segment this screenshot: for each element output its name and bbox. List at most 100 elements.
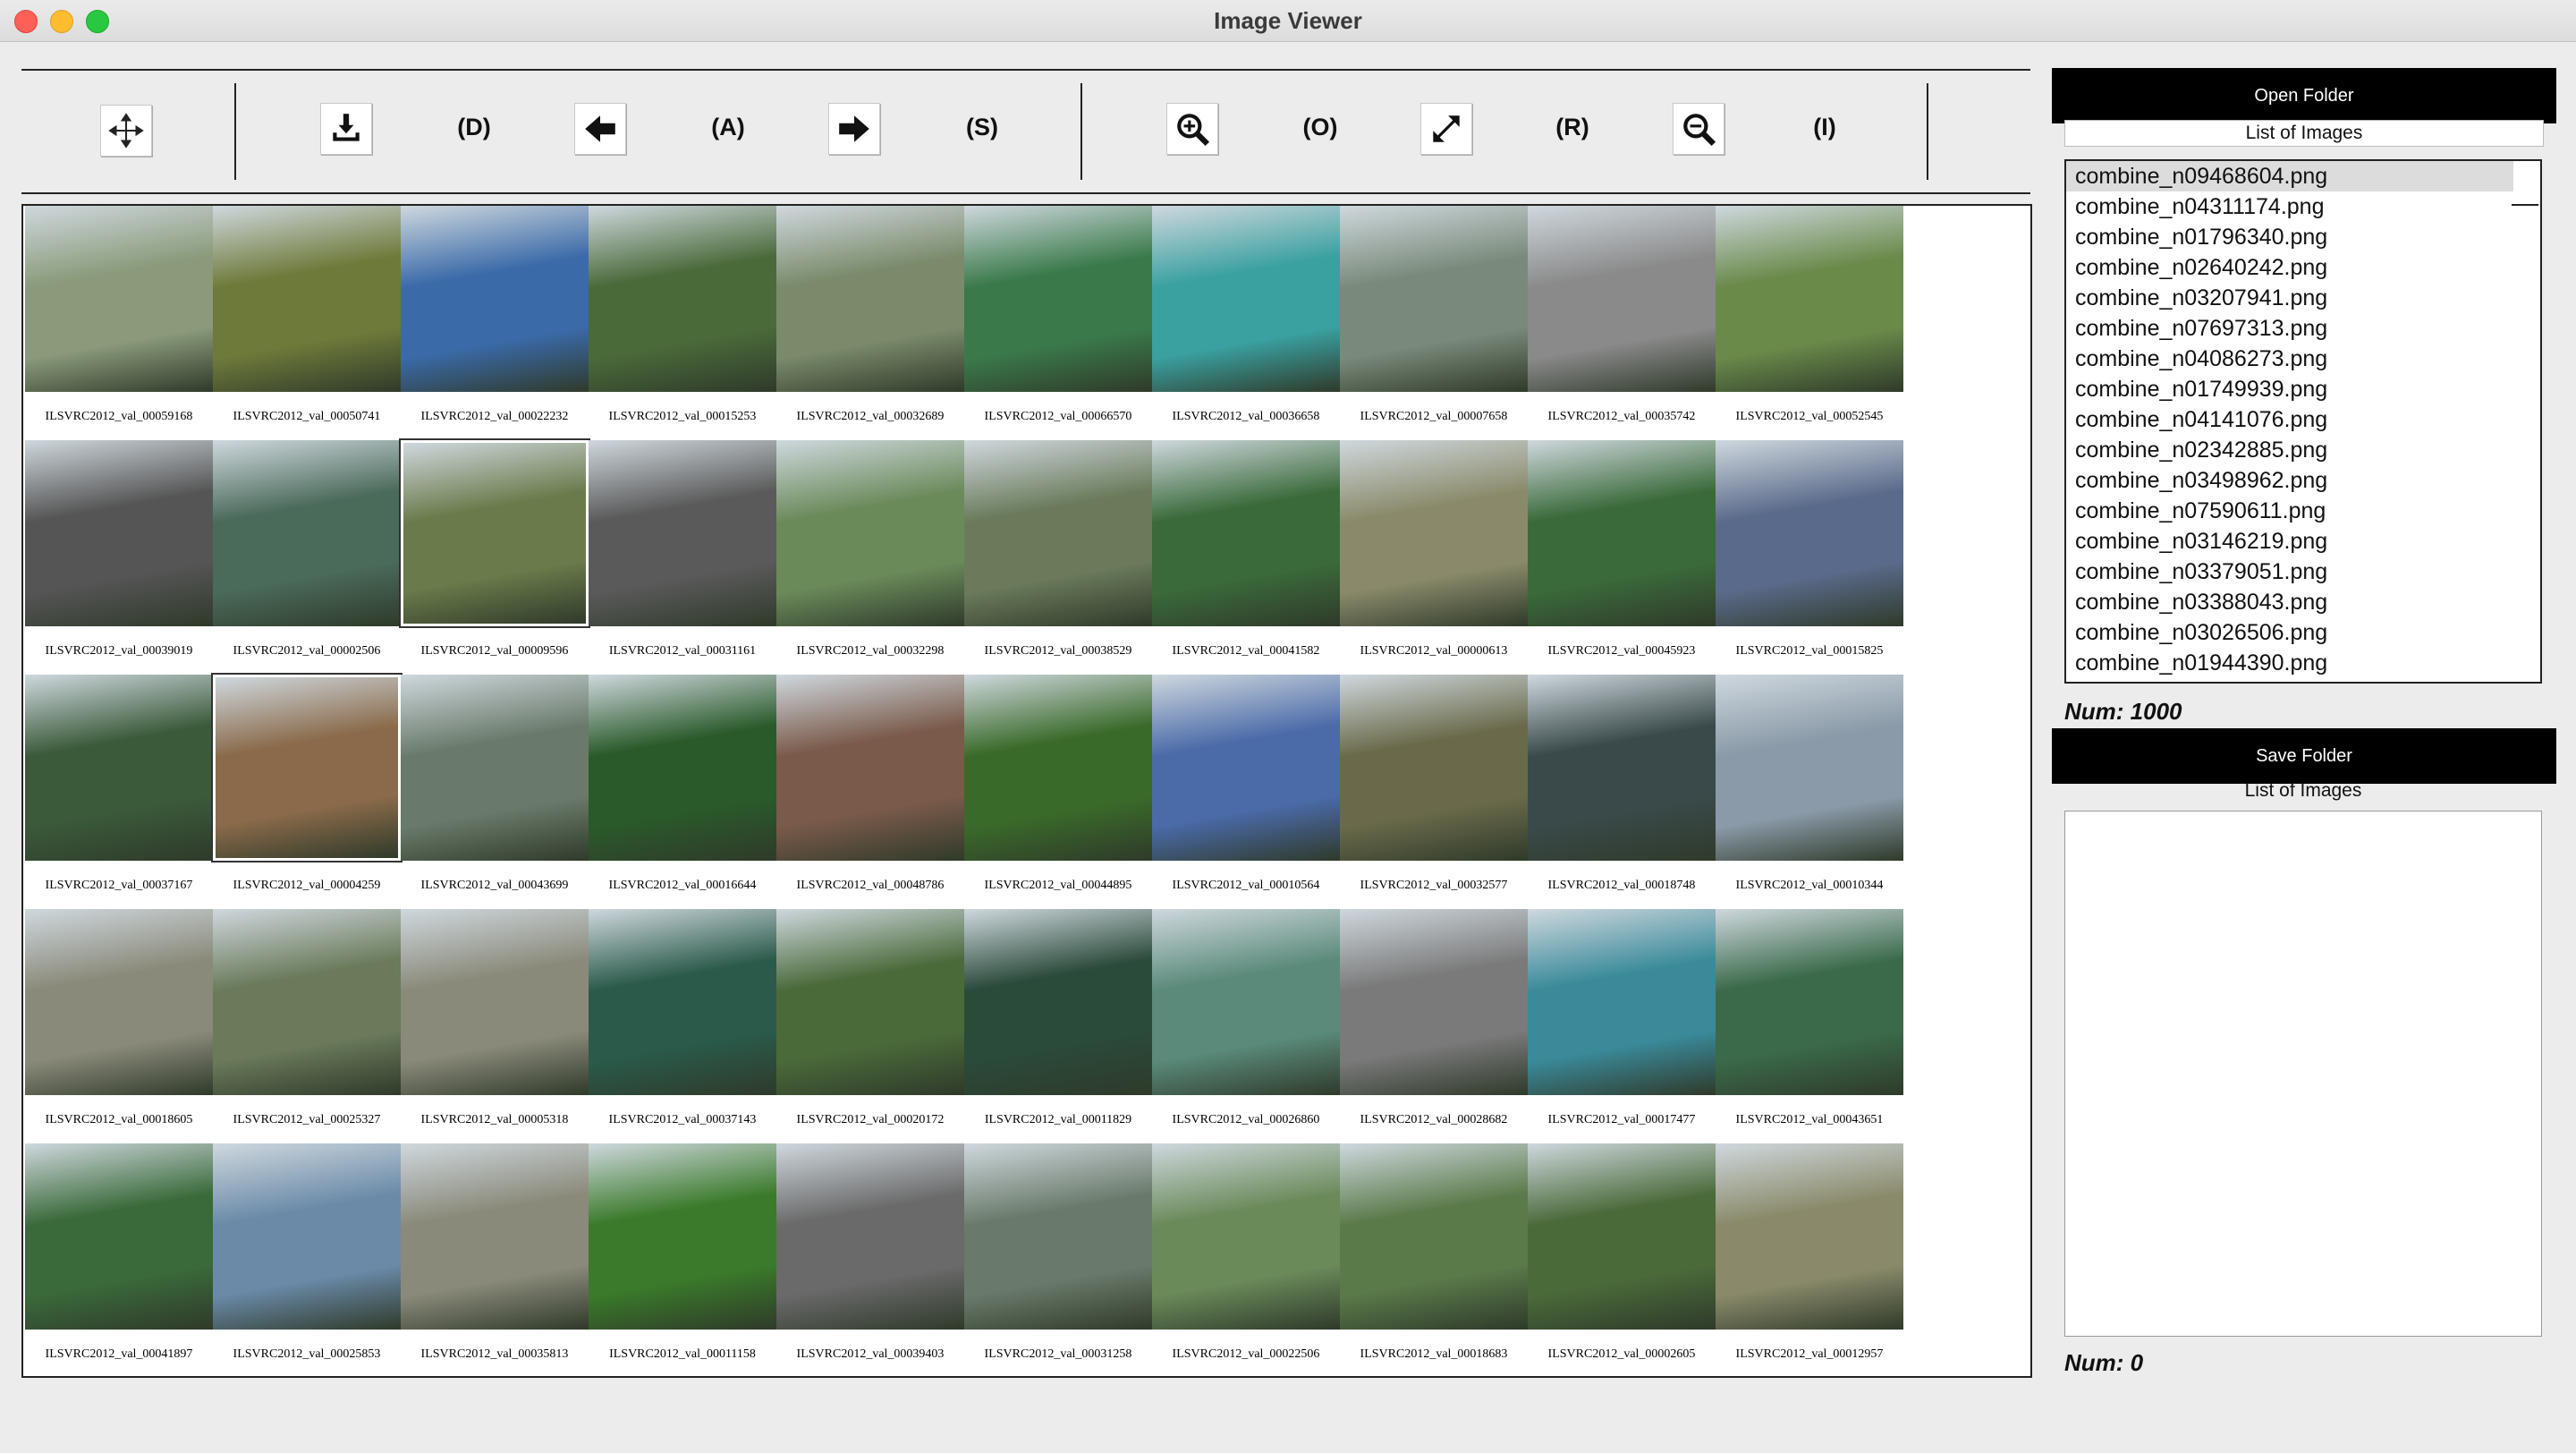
thumbnail-cell[interactable]: ILSVRC2012_val_00066570 [964, 206, 1152, 440]
thumbnail-image[interactable] [213, 909, 401, 1095]
thumbnail-cell[interactable]: ILSVRC2012_val_00022232 [401, 206, 589, 440]
thumbnail-image[interactable] [1152, 675, 1340, 861]
zoom-in-button[interactable] [1166, 103, 1218, 155]
thumbnail-cell[interactable]: ILSVRC2012_val_00011829 [964, 909, 1152, 1143]
image-list-item[interactable]: combine_n03388043.png [2066, 587, 2513, 617]
thumbnail-cell[interactable]: ILSVRC2012_val_00032577 [1340, 675, 1528, 909]
thumbnail-cell[interactable]: ILSVRC2012_val_00004259 [211, 673, 402, 909]
previous-button[interactable] [574, 103, 626, 155]
thumbnail-cell[interactable]: ILSVRC2012_val_00010344 [1716, 675, 1903, 909]
thumbnail-image[interactable] [401, 1143, 589, 1330]
thumbnail-cell[interactable]: ILSVRC2012_val_00028682 [1340, 909, 1528, 1143]
thumbnail-image[interactable] [1152, 909, 1340, 1095]
thumbnail-image[interactable] [401, 206, 589, 392]
image-file-list[interactable]: combine_n09468604.png combine_n04311174.p… [2064, 159, 2542, 684]
image-list-item[interactable]: combine_n01944390.png [2066, 648, 2513, 678]
thumbnail-image[interactable] [1528, 440, 1716, 626]
thumbnail-cell[interactable]: ILSVRC2012_val_00017477 [1528, 909, 1716, 1143]
thumbnail-image[interactable] [1340, 206, 1528, 392]
image-list-item[interactable]: combine_n04311174.png [2066, 191, 2513, 222]
thumbnail-cell[interactable]: ILSVRC2012_val_00031258 [964, 1143, 1152, 1376]
thumbnail-cell[interactable]: ILSVRC2012_val_00026860 [1152, 909, 1340, 1143]
thumbnail-image[interactable] [1340, 1143, 1528, 1330]
image-list-item[interactable]: combine_n09468604.png [2066, 161, 2513, 191]
image-list-item[interactable]: combine_n07697313.png [2066, 313, 2513, 344]
thumbnail-image[interactable] [25, 675, 213, 861]
thumbnail-cell[interactable]: ILSVRC2012_val_00016644 [589, 675, 776, 909]
thumbnail-image[interactable] [1340, 440, 1528, 626]
thumbnail-image[interactable] [1528, 206, 1716, 392]
thumbnail-image[interactable] [589, 675, 776, 861]
next-button[interactable] [828, 103, 880, 155]
image-list-item[interactable]: combine_n04141076.png [2066, 404, 2513, 435]
thumbnail-image[interactable] [964, 440, 1152, 626]
thumbnail-cell[interactable]: ILSVRC2012_val_00035742 [1528, 206, 1716, 440]
thumbnail-image[interactable] [1528, 675, 1716, 861]
thumbnail-image[interactable] [1716, 909, 1903, 1095]
thumbnail-cell[interactable]: ILSVRC2012_val_00018748 [1528, 675, 1716, 909]
thumbnail-cell[interactable]: ILSVRC2012_val_00037143 [589, 909, 776, 1143]
thumbnail-image[interactable] [776, 440, 964, 626]
thumbnail-cell[interactable]: ILSVRC2012_val_00018683 [1340, 1143, 1528, 1376]
thumbnail-cell[interactable]: ILSVRC2012_val_00009596 [399, 438, 590, 675]
image-gallery[interactable]: ILSVRC2012_val_00059168 ILSVRC2012_val_00… [21, 204, 2032, 1378]
thumbnail-image[interactable] [776, 909, 964, 1095]
thumbnail-image[interactable] [1716, 675, 1903, 861]
image-list-item[interactable]: combine_n03379051.png [2066, 557, 2513, 587]
thumbnail-image[interactable] [964, 675, 1152, 861]
thumbnail-image[interactable] [1716, 1143, 1903, 1330]
image-list-item[interactable]: combine_n01749939.png [2066, 374, 2513, 404]
thumbnail-image[interactable] [1152, 1143, 1340, 1330]
thumbnail-image[interactable] [964, 1143, 1152, 1330]
thumbnail-cell[interactable]: ILSVRC2012_val_00022506 [1152, 1143, 1340, 1376]
thumbnail-cell[interactable]: ILSVRC2012_val_00035813 [401, 1143, 589, 1376]
thumbnail-image[interactable] [25, 206, 213, 392]
thumbnail-cell[interactable]: ILSVRC2012_val_00025327 [213, 909, 401, 1143]
image-list-item[interactable]: combine_n02640242.png [2066, 252, 2513, 283]
image-list-item[interactable]: combine_n01796340.png [2066, 222, 2513, 252]
thumbnail-cell[interactable]: ILSVRC2012_val_00041897 [25, 1143, 213, 1376]
thumbnail-cell[interactable]: ILSVRC2012_val_00020172 [776, 909, 964, 1143]
thumbnail-cell[interactable]: ILSVRC2012_val_00044895 [964, 675, 1152, 909]
thumbnail-cell[interactable]: ILSVRC2012_val_00037167 [25, 675, 213, 909]
thumbnail-image[interactable] [589, 1143, 776, 1330]
image-list-item[interactable]: combine_n04086273.png [2066, 344, 2513, 374]
thumbnail-image[interactable] [776, 1143, 964, 1330]
thumbnail-image[interactable] [25, 909, 213, 1095]
thumbnail-image[interactable] [1716, 206, 1903, 392]
thumbnail-cell[interactable]: ILSVRC2012_val_00036658 [1152, 206, 1340, 440]
thumbnail-cell[interactable]: ILSVRC2012_val_00052545 [1716, 206, 1903, 440]
move-button[interactable] [100, 105, 152, 157]
thumbnail-cell[interactable]: ILSVRC2012_val_00043699 [401, 675, 589, 909]
thumbnail-image[interactable] [25, 1143, 213, 1330]
image-list-item[interactable]: combine_n03026506.png [2066, 617, 2513, 648]
thumbnail-cell[interactable]: ILSVRC2012_val_00059168 [25, 206, 213, 440]
thumbnail-cell[interactable]: ILSVRC2012_val_00043651 [1716, 909, 1903, 1143]
thumbnail-cell[interactable]: ILSVRC2012_val_00038529 [964, 440, 1152, 675]
thumbnail-cell[interactable]: ILSVRC2012_val_00041582 [1152, 440, 1340, 675]
thumbnail-cell[interactable]: ILSVRC2012_val_00032689 [776, 206, 964, 440]
open-folder-button[interactable]: Open Folder [2052, 68, 2556, 123]
thumbnail-image[interactable] [213, 440, 401, 626]
thumbnail-image[interactable] [1152, 206, 1340, 392]
thumbnail-cell[interactable]: ILSVRC2012_val_00032298 [776, 440, 964, 675]
image-list-item[interactable]: combine_n03498962.png [2066, 465, 2513, 496]
thumbnail-image[interactable] [589, 440, 776, 626]
thumbnail-cell[interactable]: ILSVRC2012_val_00002506 [213, 440, 401, 675]
thumbnail-image[interactable] [1340, 909, 1528, 1095]
thumbnail-cell[interactable]: ILSVRC2012_val_00039403 [776, 1143, 964, 1376]
image-list-item[interactable]: combine_n02342885.png [2066, 435, 2513, 465]
thumbnail-image[interactable] [401, 909, 589, 1095]
thumbnail-image[interactable] [589, 206, 776, 392]
thumbnail-image[interactable] [399, 438, 590, 628]
image-list-item[interactable]: combine_n03207941.png [2066, 283, 2513, 313]
thumbnail-cell[interactable]: ILSVRC2012_val_00048786 [776, 675, 964, 909]
thumbnail-cell[interactable]: ILSVRC2012_val_00025853 [213, 1143, 401, 1376]
thumbnail-cell[interactable]: ILSVRC2012_val_00045923 [1528, 440, 1716, 675]
thumbnail-image[interactable] [964, 206, 1152, 392]
image-list-item[interactable]: combine_n03146219.png [2066, 526, 2513, 557]
thumbnail-image[interactable] [776, 675, 964, 861]
thumbnail-cell[interactable]: ILSVRC2012_val_00031161 [589, 440, 776, 675]
thumbnail-cell[interactable]: ILSVRC2012_val_00015253 [589, 206, 776, 440]
download-button[interactable] [320, 103, 372, 155]
